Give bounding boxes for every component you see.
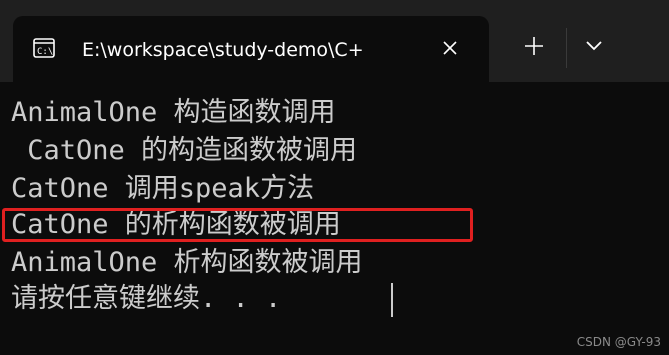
output-line: 请按任意键继续. . . (11, 283, 282, 314)
terminal-tab[interactable]: C:\ E:\workspace\study-demo\C+ (13, 16, 489, 82)
chevron-down-icon[interactable] (584, 38, 604, 54)
output-line: AnimalOne 析构函数被调用 (11, 247, 363, 278)
output-line: CatOne 调用speak方法 (11, 173, 315, 204)
output-line: CatOne 的构造函数被调用 (11, 135, 358, 166)
tab-title: E:\workspace\study-demo\C+ (82, 39, 364, 61)
text-cursor (391, 283, 393, 317)
tab-divider (566, 28, 567, 68)
svg-text:C:\: C:\ (37, 47, 53, 57)
command-prompt-icon: C:\ (33, 38, 55, 58)
highlight-box (2, 208, 473, 242)
watermark: CSDN @GY-93 (576, 335, 661, 349)
output-line: AnimalOne 构造函数调用 (11, 97, 336, 128)
tab-bar: C:\ E:\workspace\study-demo\C+ (0, 0, 669, 82)
close-icon[interactable] (440, 38, 460, 58)
plus-icon[interactable] (522, 34, 546, 58)
